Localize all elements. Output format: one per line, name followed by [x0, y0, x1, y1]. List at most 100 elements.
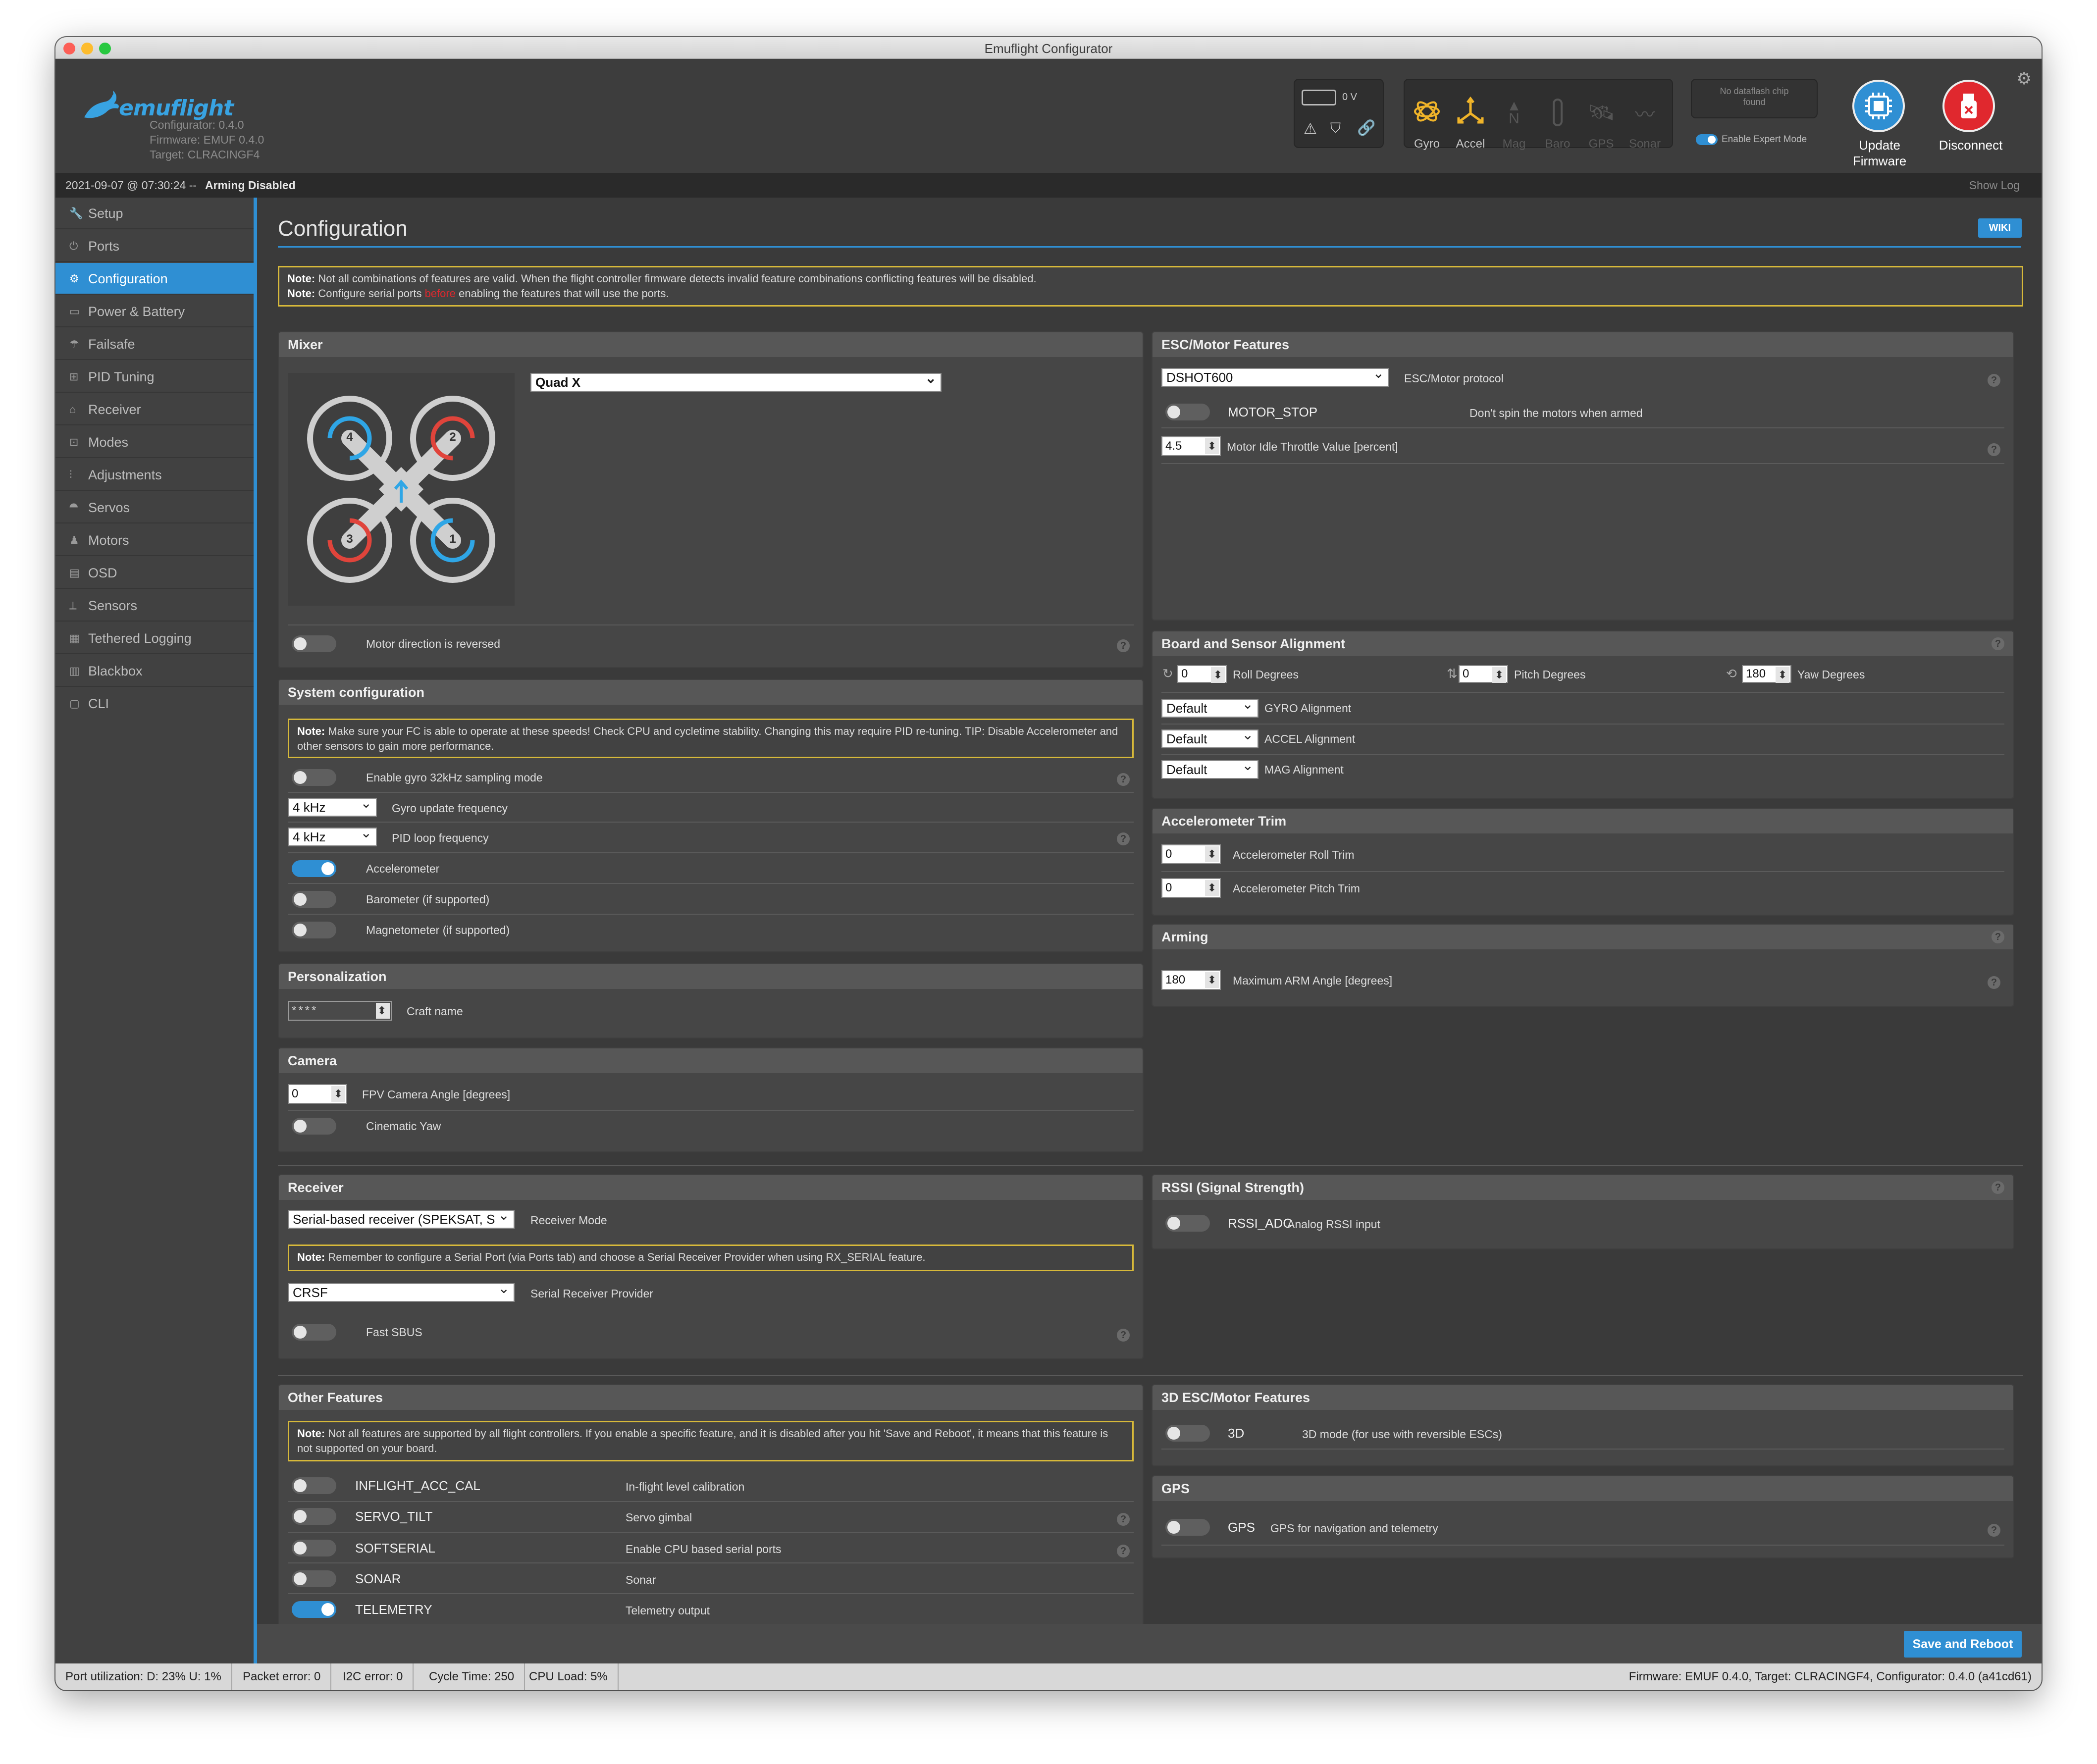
help-icon[interactable]: ?	[1117, 639, 1130, 652]
modes-icon: ⊡	[69, 436, 79, 448]
sidebar-item-cli[interactable]: ▢ CLI	[55, 688, 254, 720]
help-icon[interactable]: ?	[1117, 1545, 1130, 1557]
sidebar-item-configuration[interactable]: ⚙ Configuration	[55, 263, 254, 295]
mag-sensor: ▲ N Mag	[1493, 95, 1535, 154]
disconnect-button[interactable]	[1942, 80, 1995, 132]
show-log-link[interactable]: Show Log	[1969, 179, 2020, 192]
help-icon[interactable]: ?	[1992, 637, 2004, 650]
feature-toggle[interactable]	[292, 1601, 336, 1618]
update-firmware-button[interactable]	[1852, 80, 1905, 132]
feature-toggle[interactable]	[292, 1570, 336, 1587]
roll-icon: ↻	[1162, 666, 1173, 681]
panel-title: Camera	[279, 1048, 1143, 1073]
window-title: Emuflight Configurator	[984, 41, 1113, 56]
mixer-select[interactable]: Quad X	[530, 373, 942, 392]
status-bar: 2021-09-07 @ 07:30:24 -- Arming Disabled…	[55, 173, 2042, 198]
3d-mode-name: 3D	[1228, 1426, 1245, 1441]
sidebar-item-osd[interactable]: ▤ OSD	[55, 557, 254, 589]
sidebar-item-motors[interactable]: ♟ Motors	[55, 524, 254, 556]
barometer-toggle[interactable]	[292, 891, 336, 908]
feature-name: SOFTSERIAL	[355, 1541, 435, 1556]
sidebar-item-setup[interactable]: 🔧 Setup	[55, 198, 254, 229]
receiver-mode-select[interactable]: Serial-based receiver (SPEKSAT, S	[288, 1210, 515, 1229]
divider	[1161, 724, 2004, 725]
rssi-adc-description: Analog RSSI input	[1287, 1218, 1380, 1231]
help-icon[interactable]: ?	[1117, 1513, 1130, 1526]
max-arm-angle-input[interactable]: 180	[1161, 970, 1221, 990]
idle-throttle-input[interactable]: 4.5	[1161, 436, 1221, 456]
pid-frequency-select[interactable]: 4 kHz	[288, 828, 377, 846]
accel-alignment-label: ACCEL Alignment	[1264, 732, 1356, 745]
pitch-input[interactable]: 0	[1459, 665, 1508, 683]
help-icon[interactable]: ?	[1988, 374, 2000, 387]
update-firmware-label: Update Firmware	[1852, 138, 1907, 168]
settings-gear-icon[interactable]: ⚙	[2017, 69, 2032, 89]
magnetometer-toggle[interactable]	[292, 922, 336, 938]
feature-description: Telemetry output	[626, 1604, 710, 1617]
help-icon[interactable]: ?	[1988, 976, 2000, 989]
panel-title: ESC/Motor Features	[1153, 332, 2013, 357]
sidebar-item-ports[interactable]: ⏻ Ports	[55, 230, 254, 262]
gyro-alignment-label: GYRO Alignment	[1264, 702, 1352, 715]
accel-pitch-trim-input[interactable]: 0	[1161, 878, 1221, 898]
help-icon[interactable]: ?	[1992, 1181, 2004, 1194]
accelerometer-toggle[interactable]	[292, 860, 336, 877]
feature-toggle[interactable]	[292, 1508, 336, 1525]
sidebar-item-failsafe[interactable]: ☂ Failsafe	[55, 328, 254, 360]
help-icon[interactable]: ?	[1117, 773, 1130, 786]
rssi-adc-name: RSSI_ADC	[1228, 1216, 1293, 1231]
fast-sbus-toggle[interactable]	[292, 1324, 336, 1341]
motor-reversed-toggle[interactable]	[292, 635, 336, 652]
help-icon[interactable]: ?	[1117, 1329, 1130, 1342]
terminal-icon: ▢	[69, 697, 80, 710]
sidebar-item-sensors[interactable]: ⟂ Sensors	[55, 590, 254, 622]
gps-toggle[interactable]	[1165, 1519, 1210, 1536]
3d-mode-toggle[interactable]	[1165, 1425, 1210, 1442]
packet-error: Packet error: 0	[233, 1663, 332, 1690]
sidebar-item-modes[interactable]: ⊡ Modes	[55, 426, 254, 458]
help-icon[interactable]: ?	[1988, 443, 2000, 456]
accel-roll-trim-input[interactable]: 0	[1161, 844, 1221, 864]
feature-toggle[interactable]	[292, 1540, 336, 1556]
main-content: Configuration WIKI Note: Not all combina…	[254, 198, 2042, 1676]
note-text: Make sure your FC is able to operate at …	[297, 725, 1118, 752]
feature-description: Sonar	[626, 1573, 656, 1586]
rssi-adc-toggle[interactable]	[1165, 1215, 1210, 1232]
divider	[288, 852, 1134, 853]
help-icon[interactable]: ?	[1988, 1524, 2000, 1537]
feature-description: Enable CPU based serial ports	[626, 1543, 782, 1556]
sidebar-item-label: Modes	[88, 435, 129, 450]
accel-alignment-select[interactable]: Default	[1161, 729, 1258, 748]
config-note: Note: Not all combinations of features a…	[278, 266, 2023, 307]
gyro-frequency-label: Gyro update frequency	[392, 802, 508, 815]
sidebar-item-receiver[interactable]: ⌂ Receiver	[55, 394, 254, 425]
panel-title: Personalization	[279, 964, 1143, 989]
serial-provider-select[interactable]: CRSF	[288, 1283, 515, 1302]
help-icon[interactable]: ?	[1117, 832, 1130, 845]
yaw-input[interactable]: 180	[1742, 665, 1791, 683]
esc-protocol-select[interactable]: DSHOT600	[1161, 368, 1389, 387]
chip-icon	[1865, 93, 1892, 119]
camera-angle-input[interactable]: 0	[288, 1084, 347, 1104]
save-reboot-button[interactable]: Save and Reboot	[1904, 1631, 2022, 1658]
gyro-alignment-select[interactable]: Default	[1161, 699, 1258, 718]
sidebar-item-label: Ports	[88, 239, 120, 254]
sidebar-item-blackbox[interactable]: ▥ Blackbox	[55, 655, 254, 687]
sidebar-item-adjustments[interactable]: ⫶ Adjustments	[55, 459, 254, 491]
motor-label: 3	[346, 532, 353, 546]
help-icon[interactable]: ?	[1992, 931, 2004, 943]
sidebar-item-pid-tuning[interactable]: ⊞ PID Tuning	[55, 361, 254, 393]
sidebar-item-servos[interactable]: ⯊ Servos	[55, 492, 254, 523]
cinematic-yaw-toggle[interactable]	[292, 1118, 336, 1135]
craft-name-input[interactable]: ****	[288, 1001, 392, 1021]
sidebar-item-tethered-logging[interactable]: ▦ Tethered Logging	[55, 623, 254, 654]
gyro-frequency-select[interactable]: 4 kHz	[288, 798, 377, 817]
feature-toggle[interactable]	[292, 1477, 336, 1494]
expert-mode-toggle[interactable]	[1696, 134, 1718, 145]
mag-alignment-select[interactable]: Default	[1161, 760, 1258, 779]
motor-stop-toggle[interactable]	[1165, 404, 1210, 420]
gyro32-toggle[interactable]	[292, 769, 336, 786]
sidebar-item-power-battery[interactable]: ▭ Power & Battery	[55, 296, 254, 327]
roll-input[interactable]: 0	[1177, 665, 1227, 683]
wiki-button[interactable]: WIKI	[1978, 218, 2022, 238]
